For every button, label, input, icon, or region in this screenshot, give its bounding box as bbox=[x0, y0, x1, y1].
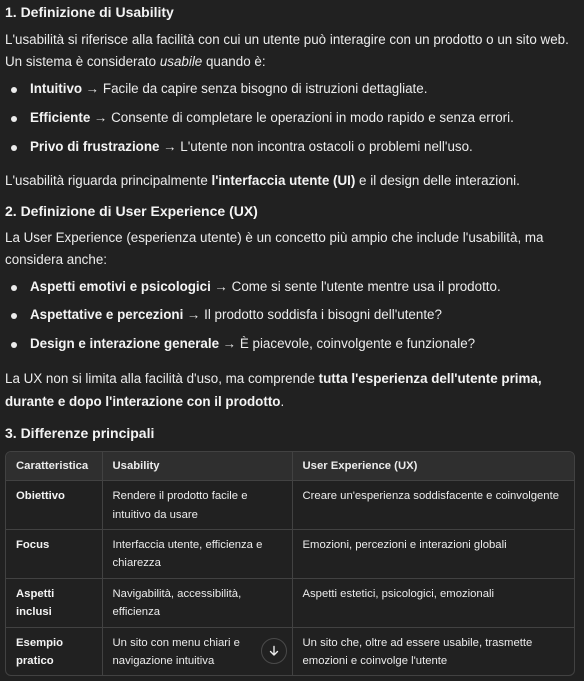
usability-intro: L'usabilità si riferisce alla facilità c… bbox=[5, 32, 569, 69]
usability-summary: L'usabilità riguarda principalmente l'in… bbox=[5, 172, 520, 188]
chat-message: 1. Definizione di Usability L'usabilità … bbox=[0, 0, 584, 681]
table-cell: Navigabilità, accessibilità, efficienza bbox=[102, 577, 293, 628]
list-item: Aspettative e percezioni → Il prodotto s… bbox=[5, 304, 575, 326]
table-row: Obiettivo Rendere il prodotto facile e i… bbox=[6, 480, 574, 530]
table-cell: Aspetti estetici, psicologici, emozional… bbox=[292, 577, 574, 628]
section-heading-usability: 1. Definizione di Usability bbox=[5, 4, 174, 20]
table-cell: Esempio pratico bbox=[6, 626, 103, 676]
scroll-to-bottom-button[interactable] bbox=[261, 638, 287, 664]
ux-list: Aspetti emotivi e psicologici → Come si … bbox=[5, 276, 575, 355]
list-item: Privo di frustrazione → L'utente non inc… bbox=[5, 136, 575, 158]
table-cell: Rendere il prodotto facile e intuitivo d… bbox=[102, 480, 293, 530]
section-heading-ux: 2. Definizione di User Experience (UX) bbox=[5, 203, 258, 220]
table-header-row: Caratteristica Usability User Experience… bbox=[6, 451, 574, 482]
table-cell: Obiettivo bbox=[6, 480, 103, 530]
arrow-down-icon bbox=[269, 645, 279, 656]
list-item: Intuitivo → Facile da capire senza bisog… bbox=[5, 78, 575, 100]
table-row: Focus Interfaccia utente, efficienza e c… bbox=[6, 529, 574, 579]
table-cell: Focus bbox=[6, 529, 103, 579]
ux-summary: La UX non si limita alla facilità d'uso,… bbox=[5, 370, 542, 409]
list-item: Efficiente → Consente di completare le o… bbox=[5, 107, 575, 129]
section-heading-differences: 3. Differenze principali bbox=[5, 424, 155, 441]
table-cell: Emozioni, percezioni e interazioni globa… bbox=[292, 529, 574, 579]
table-cell: Interfaccia utente, efficienza e chiarez… bbox=[102, 529, 293, 579]
usability-list: Intuitivo → Facile da capire senza bisog… bbox=[5, 78, 575, 157]
column-header: User Experience (UX) bbox=[292, 451, 574, 482]
column-header: Caratteristica bbox=[6, 451, 103, 482]
table-cell: Un sito che, oltre ad essere usabile, tr… bbox=[292, 626, 574, 676]
table-row: Esempio pratico Un sito con menu chiari … bbox=[6, 626, 574, 676]
list-item: Aspetti emotivi e psicologici → Come si … bbox=[5, 276, 575, 298]
ux-intro: La User Experience (esperienza utente) è… bbox=[5, 230, 544, 267]
table-cell: Creare un'esperienza soddisfacente e coi… bbox=[302, 490, 560, 503]
table-cell: Aspetti inclusi bbox=[6, 577, 103, 628]
table-row: Aspetti inclusi Navigabilità, accessibil… bbox=[6, 577, 574, 628]
column-header: Usability bbox=[102, 451, 293, 482]
comparison-table: Caratteristica Usability User Experience… bbox=[5, 450, 575, 677]
list-item: Design e interazione generale → È piacev… bbox=[5, 333, 575, 355]
